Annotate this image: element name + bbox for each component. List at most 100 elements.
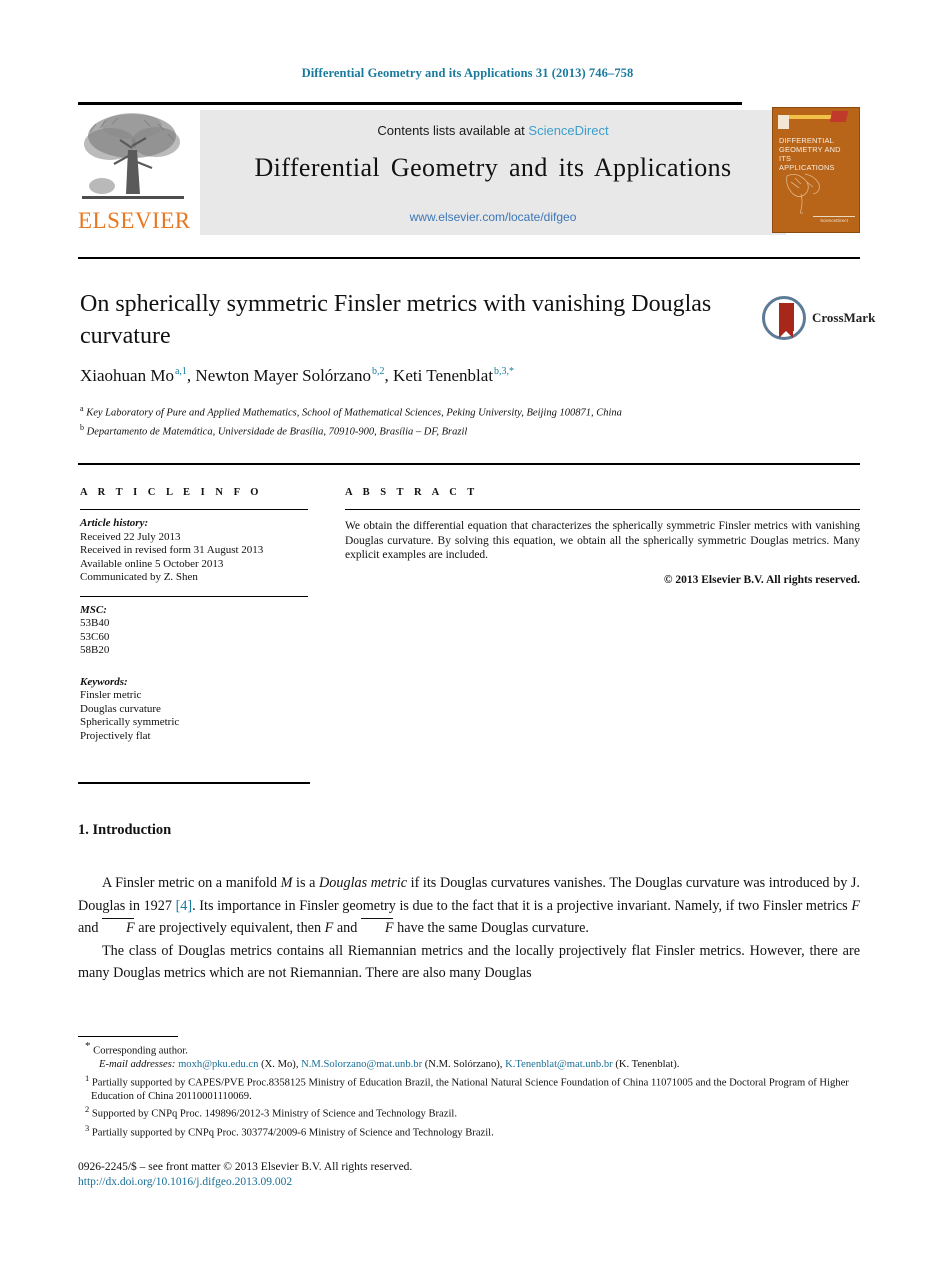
front-matter-line: 0926-2245/$ – see front matter © 2013 El… bbox=[78, 1161, 413, 1173]
abstract-divider bbox=[345, 509, 860, 510]
crossmark-label: CrossMark bbox=[812, 310, 876, 325]
footnote-text: Partially supported by CAPES/PVE Proc.83… bbox=[91, 1077, 849, 1102]
para-seg: is a bbox=[292, 875, 320, 891]
email-link[interactable]: K.Tenenblat@mat.unb.br bbox=[505, 1059, 613, 1070]
page-title: On spherically symmetric Finsler metrics… bbox=[80, 291, 712, 349]
journal-masthead: ELSEVIER Contents lists available at Sci… bbox=[78, 105, 860, 235]
running-head: Differential Geometry and its Applicatio… bbox=[301, 66, 634, 80]
msc-label: MSC: bbox=[80, 603, 107, 616]
abstract-text: We obtain the differential equation that… bbox=[345, 520, 860, 561]
affiliation-text: Departamento de Matemática, Universidade… bbox=[86, 426, 468, 437]
para-seg: and bbox=[333, 920, 361, 936]
author-list: Xiaohuan Moa,1, Newton Mayer Solórzanob,… bbox=[80, 366, 515, 385]
article-info-heading: A R T I C L E I N F O bbox=[80, 487, 263, 498]
math-symbol-F-bar: F bbox=[360, 917, 394, 940]
paragraph: A Finsler metric on a manifold M is a Do… bbox=[78, 872, 860, 940]
affiliation-label: b bbox=[80, 422, 84, 432]
citation-link[interactable]: [4] bbox=[176, 898, 193, 914]
affiliation-list: a Key Laboratory of Pure and Applied Mat… bbox=[80, 402, 780, 439]
info-top-rule bbox=[78, 463, 860, 465]
crossmark-badge[interactable]: CrossMark bbox=[762, 296, 875, 342]
article-history-group: Article history: Received 22 July 2013 R… bbox=[80, 517, 308, 585]
article-history-item: Received 22 July 2013 bbox=[80, 530, 181, 543]
elsevier-logo: ELSEVIER bbox=[78, 110, 191, 235]
affiliation-label: a bbox=[80, 404, 84, 413]
math-symbol-F: F bbox=[851, 897, 860, 914]
affiliation-item: b Departamento de Matemática, Universida… bbox=[80, 421, 780, 440]
sciencedirect-link[interactable]: ScienceDirect bbox=[528, 123, 608, 138]
page-footer: 0926-2245/$ – see front matter © 2013 El… bbox=[78, 1160, 778, 1190]
footnote-item: 1 Partially supported by CAPES/PVE Proc.… bbox=[78, 1072, 868, 1104]
msc-divider bbox=[80, 595, 308, 597]
para-seg: have the same Douglas curvature. bbox=[393, 920, 589, 936]
paragraph: The class of Douglas metrics contains al… bbox=[78, 942, 860, 982]
article-info-divider bbox=[80, 509, 308, 510]
keyword-item: Douglas curvature bbox=[80, 702, 161, 715]
cover-title-line-1: DIFFERENTIAL bbox=[779, 136, 834, 145]
msc-code: 53B40 bbox=[80, 617, 110, 629]
email-link[interactable]: N.M.Solorzano@mat.unb.br bbox=[301, 1059, 422, 1070]
cover-publisher-mark bbox=[778, 115, 789, 129]
sciencedirect-band: Contents lists available at ScienceDirec… bbox=[200, 110, 786, 235]
section-number: 1. bbox=[78, 822, 89, 838]
journal-url-link[interactable]: www.elsevier.com/locate/difgeo bbox=[200, 210, 786, 224]
para-seg: and bbox=[78, 920, 103, 936]
email-label: E-mail addresses: bbox=[99, 1059, 176, 1071]
author-name: Xiaohuan Mo bbox=[80, 366, 174, 385]
abstract-panel: A B S T R A C T We obtain the differenti… bbox=[345, 487, 860, 586]
footnote-block: * Corresponding author. E-mail addresses… bbox=[78, 1040, 868, 1140]
cover-accent-flag bbox=[829, 111, 849, 122]
section-title-text: Introduction bbox=[92, 822, 172, 838]
footnote-text: Corresponding author. bbox=[93, 1045, 188, 1057]
footnote-mark: 1 bbox=[85, 1072, 90, 1083]
cover-footer-text: ScienceDirect bbox=[813, 216, 855, 223]
math-symbol-F-bar: F bbox=[102, 917, 135, 940]
crossmark-ribbon-icon bbox=[779, 303, 794, 338]
affiliation-item: a Key Laboratory of Pure and Applied Mat… bbox=[80, 402, 780, 421]
article-history-item: Received in revised form 31 August 2013 bbox=[80, 544, 264, 556]
footnote-text: Supported by CNPq Proc. 149896/2012-3 Mi… bbox=[91, 1108, 457, 1120]
contents-line: Contents lists available at ScienceDirec… bbox=[200, 123, 786, 138]
cover-title: DIFFERENTIAL GEOMETRY AND ITS APPLICATIO… bbox=[779, 136, 855, 172]
footnote-corresponding: * Corresponding author. bbox=[78, 1040, 868, 1058]
article-history-item: Available online 5 October 2013 bbox=[80, 557, 224, 570]
journal-title: Differential Geometry and its Applicatio… bbox=[254, 153, 732, 182]
keywords-group: Keywords: Finsler metric Douglas curvatu… bbox=[80, 676, 308, 744]
author-marks: b,2 bbox=[372, 366, 385, 378]
doi-link[interactable]: http://dx.doi.org/10.1016/j.difgeo.2013.… bbox=[78, 1175, 778, 1190]
info-bottom-rule bbox=[78, 782, 310, 784]
footnote-rule bbox=[78, 1036, 178, 1037]
abstract-copyright: © 2013 Elsevier B.V. All rights reserved… bbox=[663, 573, 860, 586]
math-symbol-M: M bbox=[280, 875, 293, 891]
abstract-heading: A B S T R A C T bbox=[345, 487, 479, 498]
footnote-item: 3 Partially supported by CNPq Proc. 3037… bbox=[78, 1122, 868, 1140]
msc-code: 53C60 bbox=[80, 630, 110, 643]
article-history-item: Communicated by Z. Shen bbox=[80, 571, 198, 583]
para-seg: are projectively equivalent, then bbox=[134, 920, 325, 936]
affiliation-text: Key Laboratory of Pure and Applied Mathe… bbox=[86, 407, 622, 419]
cover-accent-bar bbox=[789, 115, 833, 119]
footnote-mark: 3 bbox=[85, 1122, 90, 1133]
footnote-emails: E-mail addresses: moxh@pku.edu.cn (X. Mo… bbox=[78, 1058, 868, 1072]
author-marks: a,1 bbox=[174, 366, 187, 378]
elsevier-tree-icon bbox=[82, 113, 184, 199]
email-tail: (K. Tenenblat). bbox=[615, 1059, 680, 1071]
footnote-text: Partially supported by CNPq Proc. 303774… bbox=[91, 1127, 494, 1139]
keyword-item: Projectively flat bbox=[80, 729, 151, 742]
email-link[interactable]: moxh@pku.edu.cn bbox=[178, 1059, 258, 1070]
footnote-mark: 2 bbox=[85, 1104, 90, 1115]
footnote-item: 2 Supported by CNPq Proc. 149896/2012-3 … bbox=[78, 1103, 868, 1121]
cover-title-line-2: GEOMETRY AND ITS bbox=[779, 145, 841, 163]
keyword-item: Spherically symmetric bbox=[80, 716, 180, 728]
email-owner: (N.M. Solórzano), bbox=[424, 1059, 503, 1071]
para-seg: A Finsler metric on a manifold bbox=[102, 875, 281, 891]
paper-page: Differential Geometry and its Applicatio… bbox=[0, 0, 935, 1266]
author-marks: b,3,* bbox=[494, 366, 515, 378]
keywords-label: Keywords: bbox=[80, 675, 128, 688]
journal-cover-thumbnail: DIFFERENTIAL GEOMETRY AND ITS APPLICATIO… bbox=[772, 107, 860, 233]
asterisk-mark: * bbox=[85, 1040, 91, 1052]
elsevier-wordmark: ELSEVIER bbox=[78, 208, 191, 233]
cover-artwork-icon bbox=[786, 173, 820, 214]
author-name: Newton Mayer Solórzano bbox=[195, 366, 372, 385]
math-symbol-F: F bbox=[324, 920, 334, 936]
